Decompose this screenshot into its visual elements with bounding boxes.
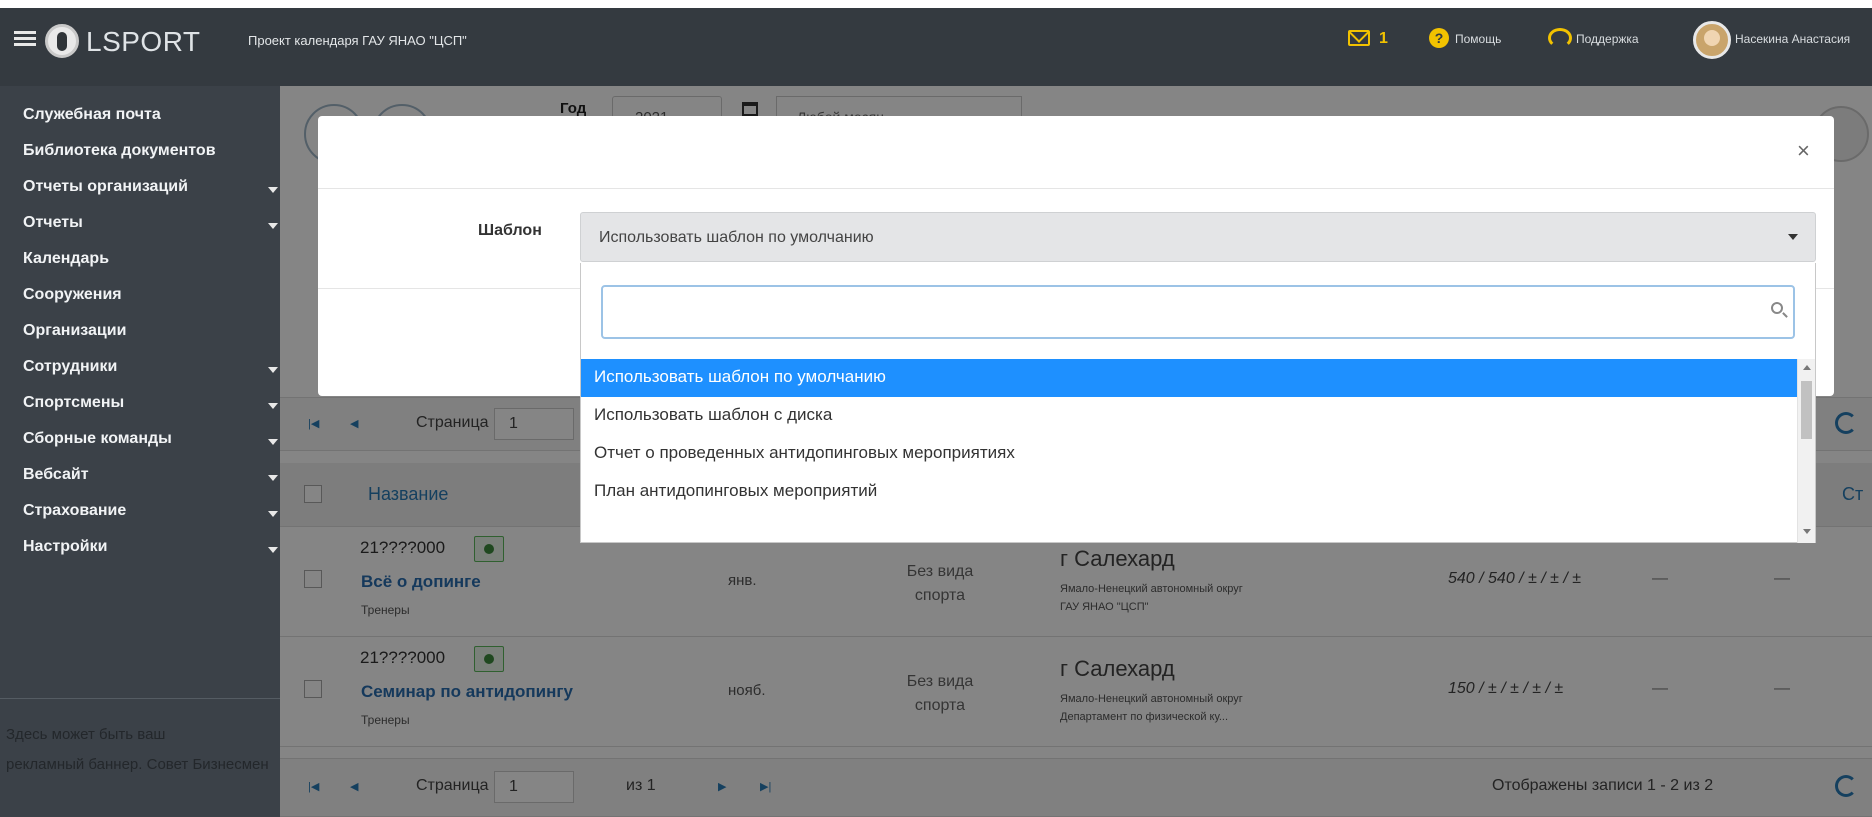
- sidebar-item-employees[interactable]: Сотрудники: [23, 358, 117, 376]
- sidebar-item-organization-reports[interactable]: Отчеты организаций: [23, 178, 188, 196]
- sidebar-item-reports[interactable]: Отчеты: [23, 214, 83, 232]
- caret-down-icon[interactable]: [268, 403, 278, 409]
- sidebar-item-athletes[interactable]: Спортсмены: [23, 394, 124, 412]
- template-select[interactable]: Использовать шаблон по умолчанию: [580, 212, 1816, 262]
- sidebar-item-settings[interactable]: Настройки: [23, 538, 107, 556]
- dropdown-option[interactable]: План антидопинговых мероприятий: [581, 473, 1797, 511]
- lsport-logo-icon[interactable]: [45, 24, 79, 58]
- scroll-down-icon[interactable]: [1803, 529, 1811, 534]
- template-dropdown: Использовать шаблон по умолчанию Использ…: [580, 263, 1816, 543]
- caret-down-icon[interactable]: [268, 511, 278, 517]
- dropdown-option[interactable]: Отчет о проведенных антидопинговых мероп…: [581, 435, 1797, 473]
- sidebar: Служебная почта Библиотека документов От…: [0, 86, 280, 817]
- caret-down-icon[interactable]: [268, 223, 278, 229]
- dropdown-options-list: Использовать шаблон по умолчанию Использ…: [581, 359, 1797, 543]
- help-icon[interactable]: ?: [1429, 28, 1449, 48]
- search-icon: [1771, 302, 1783, 314]
- modal-divider: [318, 188, 1834, 189]
- caret-down-icon[interactable]: [268, 475, 278, 481]
- dropdown-scrollbar[interactable]: [1797, 359, 1815, 543]
- support-headset-icon[interactable]: [1548, 28, 1572, 48]
- scroll-up-icon[interactable]: [1803, 365, 1811, 370]
- top-navbar: LSPORT Проект календаря ГАУ ЯНАО "ЦСП" 1…: [0, 0, 1872, 86]
- top-white-strip: [0, 0, 1872, 8]
- dropdown-option[interactable]: Использовать шаблон с диска: [581, 397, 1797, 435]
- close-icon[interactable]: ×: [1797, 140, 1810, 162]
- sidebar-item-calendar[interactable]: Календарь: [23, 250, 109, 268]
- support-link[interactable]: Поддержка: [1576, 32, 1639, 46]
- scrollbar-thumb[interactable]: [1801, 381, 1812, 439]
- user-avatar[interactable]: [1693, 21, 1731, 59]
- user-name[interactable]: Насекина Анастасия: [1735, 32, 1850, 46]
- caret-down-icon[interactable]: [268, 367, 278, 373]
- sidebar-divider: [0, 698, 280, 699]
- sidebar-item-facilities[interactable]: Сооружения: [23, 286, 122, 304]
- sidebar-item-insurance[interactable]: Страхование: [23, 502, 126, 520]
- sidebar-banner-line2: рекламный баннер. Совет Бизнесмен: [6, 756, 269, 773]
- dropdown-search-input[interactable]: [601, 285, 1795, 339]
- hamburger-menu-icon[interactable]: [14, 31, 36, 47]
- caret-down-icon[interactable]: [268, 187, 278, 193]
- caret-down-icon[interactable]: [268, 439, 278, 445]
- chevron-down-icon[interactable]: [1788, 234, 1798, 240]
- sidebar-item-mail[interactable]: Служебная почта: [23, 106, 161, 124]
- mail-icon[interactable]: [1348, 30, 1370, 46]
- sidebar-item-website[interactable]: Вебсайт: [23, 466, 89, 484]
- sidebar-item-organizations[interactable]: Организации: [23, 322, 126, 340]
- sidebar-item-national-teams[interactable]: Сборные команды: [23, 430, 172, 448]
- caret-down-icon[interactable]: [268, 547, 278, 553]
- sidebar-item-document-library[interactable]: Библиотека документов: [23, 142, 216, 160]
- dropdown-option[interactable]: Использовать шаблон по умолчанию: [581, 359, 1797, 397]
- project-title: Проект календаря ГАУ ЯНАО "ЦСП": [248, 33, 467, 48]
- mail-count-badge[interactable]: 1: [1379, 30, 1388, 48]
- brand-name[interactable]: LSPORT: [86, 26, 201, 58]
- template-selected-value: Использовать шаблон по умолчанию: [599, 229, 874, 246]
- template-label: Шаблон: [478, 222, 542, 239]
- help-link[interactable]: Помощь: [1455, 32, 1501, 46]
- sidebar-banner-line1: Здесь может быть ваш: [6, 726, 166, 743]
